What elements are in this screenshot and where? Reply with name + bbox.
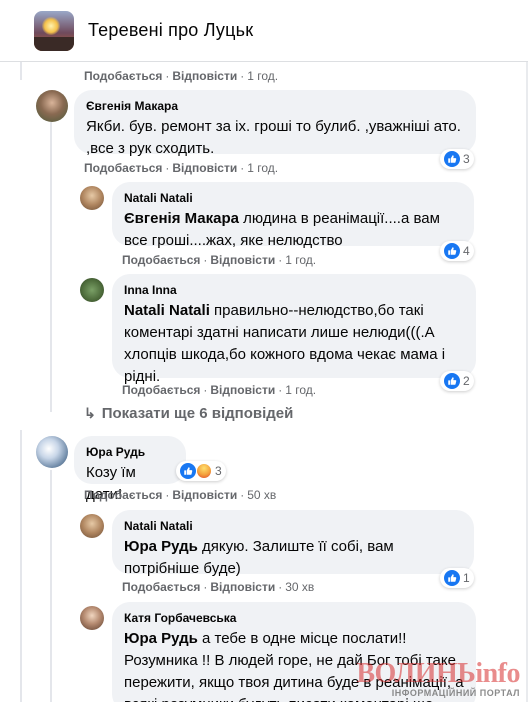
- comment-time[interactable]: 1 год.: [247, 69, 278, 83]
- comment-author[interactable]: Natali Natali: [124, 518, 462, 534]
- mention[interactable]: Юра Рудь: [124, 630, 198, 647]
- show-more-replies-link[interactable]: ↳ Показати ще 6 відповідей: [84, 405, 293, 422]
- comment-author[interactable]: Юра Рудь: [86, 444, 174, 460]
- like-link[interactable]: Подобається: [84, 488, 162, 502]
- reply-link[interactable]: Відповісти: [210, 383, 275, 397]
- group-thumbnail[interactable]: [34, 10, 74, 51]
- like-link[interactable]: Подобається: [122, 253, 200, 267]
- comment-author[interactable]: Євгенія Макара: [86, 98, 464, 114]
- avatar[interactable]: [80, 278, 104, 302]
- like-link[interactable]: Подобається: [122, 383, 200, 397]
- like-icon: [444, 373, 460, 389]
- mention[interactable]: Євгенія Макара: [124, 210, 239, 227]
- like-link[interactable]: Подобається: [122, 580, 200, 594]
- like-icon: [444, 243, 460, 259]
- reply-link[interactable]: Відповісти: [172, 69, 237, 83]
- mention[interactable]: Юра Рудь: [124, 538, 198, 555]
- avatar[interactable]: [36, 436, 68, 468]
- thread-line: [20, 430, 22, 702]
- reaction-count[interactable]: 1: [440, 568, 474, 588]
- comment-time[interactable]: 50 хв: [247, 488, 276, 502]
- comment-bubble: Natali Natali Юра Рудь дякую. Залиште її…: [112, 510, 474, 577]
- comment-author[interactable]: Inna Inna: [124, 282, 464, 298]
- comment-author[interactable]: Natali Natali: [124, 190, 462, 206]
- thread-line: [50, 122, 52, 412]
- comment-meta: Подобається · Відповісти · 1 год.: [84, 161, 279, 175]
- like-link[interactable]: Подобається: [84, 69, 162, 83]
- like-icon: [180, 463, 196, 479]
- comment-meta: Подобається · Відповісти · 1 год.: [84, 69, 279, 83]
- comment-text: Євгенія Макара людина в реанімації....а …: [124, 210, 440, 249]
- comment-author[interactable]: Катя Горбачевська: [124, 610, 464, 626]
- comment-meta: Подобається · Відповісти · 50 хв: [84, 488, 277, 502]
- thread-line: [50, 470, 52, 702]
- comment-bubble: Катя Горбачевська Юра Рудь а тебе в одне…: [112, 602, 476, 702]
- comment-bubble: Євгенія Макара Якби. був. ремонт за іх. …: [74, 90, 476, 157]
- avatar[interactable]: [36, 90, 68, 122]
- comment-bubble: Юра Рудь Козу їм дати!: [74, 436, 186, 503]
- comment-meta: Подобається · Відповісти · 1 год.: [122, 253, 317, 267]
- reaction-count[interactable]: 3: [440, 149, 474, 169]
- reaction-count[interactable]: 2: [440, 371, 474, 391]
- comment-text: Якби. був. ремонт за іх. гроші то булиб.…: [86, 118, 461, 157]
- like-icon: [444, 151, 460, 167]
- reaction-count[interactable]: 4: [440, 241, 474, 261]
- reply-link[interactable]: Відповісти: [172, 161, 237, 175]
- comment-bubble: Natali Natali Євгенія Макара людина в ре…: [112, 182, 474, 249]
- group-header: Теревені про Луцьк: [0, 0, 528, 62]
- comment-text: Юра Рудь дякую. Залиште її собі, вам пот…: [124, 538, 394, 577]
- like-link[interactable]: Подобається: [84, 161, 162, 175]
- avatar[interactable]: [80, 606, 104, 630]
- avatar[interactable]: [80, 514, 104, 538]
- reply-link[interactable]: Відповісти: [172, 488, 237, 502]
- angry-reaction-icon: [196, 463, 212, 479]
- comment-text: Юра Рудь а тебе в одне місце послати!! Р…: [124, 630, 464, 702]
- comment-time[interactable]: 1 год.: [247, 161, 278, 175]
- comment-time[interactable]: 1 год.: [285, 383, 316, 397]
- reply-link[interactable]: Відповісти: [210, 580, 275, 594]
- comment-bubble: Inna Inna Natali Natali правильно--нелюд…: [112, 274, 476, 385]
- reaction-count[interactable]: 3: [176, 461, 226, 481]
- comment-meta: Подобається · Відповісти · 1 год.: [122, 383, 317, 397]
- avatar[interactable]: [80, 186, 104, 210]
- reply-arrow-icon: ↳: [84, 405, 96, 421]
- comment-time[interactable]: 30 хв: [285, 580, 314, 594]
- thread-line: [20, 62, 22, 80]
- like-icon: [444, 570, 460, 586]
- mention[interactable]: Natali Natali: [124, 302, 210, 319]
- group-title[interactable]: Теревені про Луцьк: [88, 20, 253, 41]
- reply-link[interactable]: Відповісти: [210, 253, 275, 267]
- comment-text: Natali Natali правильно--нелюдство,бо та…: [124, 302, 446, 385]
- comment-time[interactable]: 1 год.: [285, 253, 316, 267]
- comment-meta: Подобається · Відповісти · 30 хв: [122, 580, 315, 594]
